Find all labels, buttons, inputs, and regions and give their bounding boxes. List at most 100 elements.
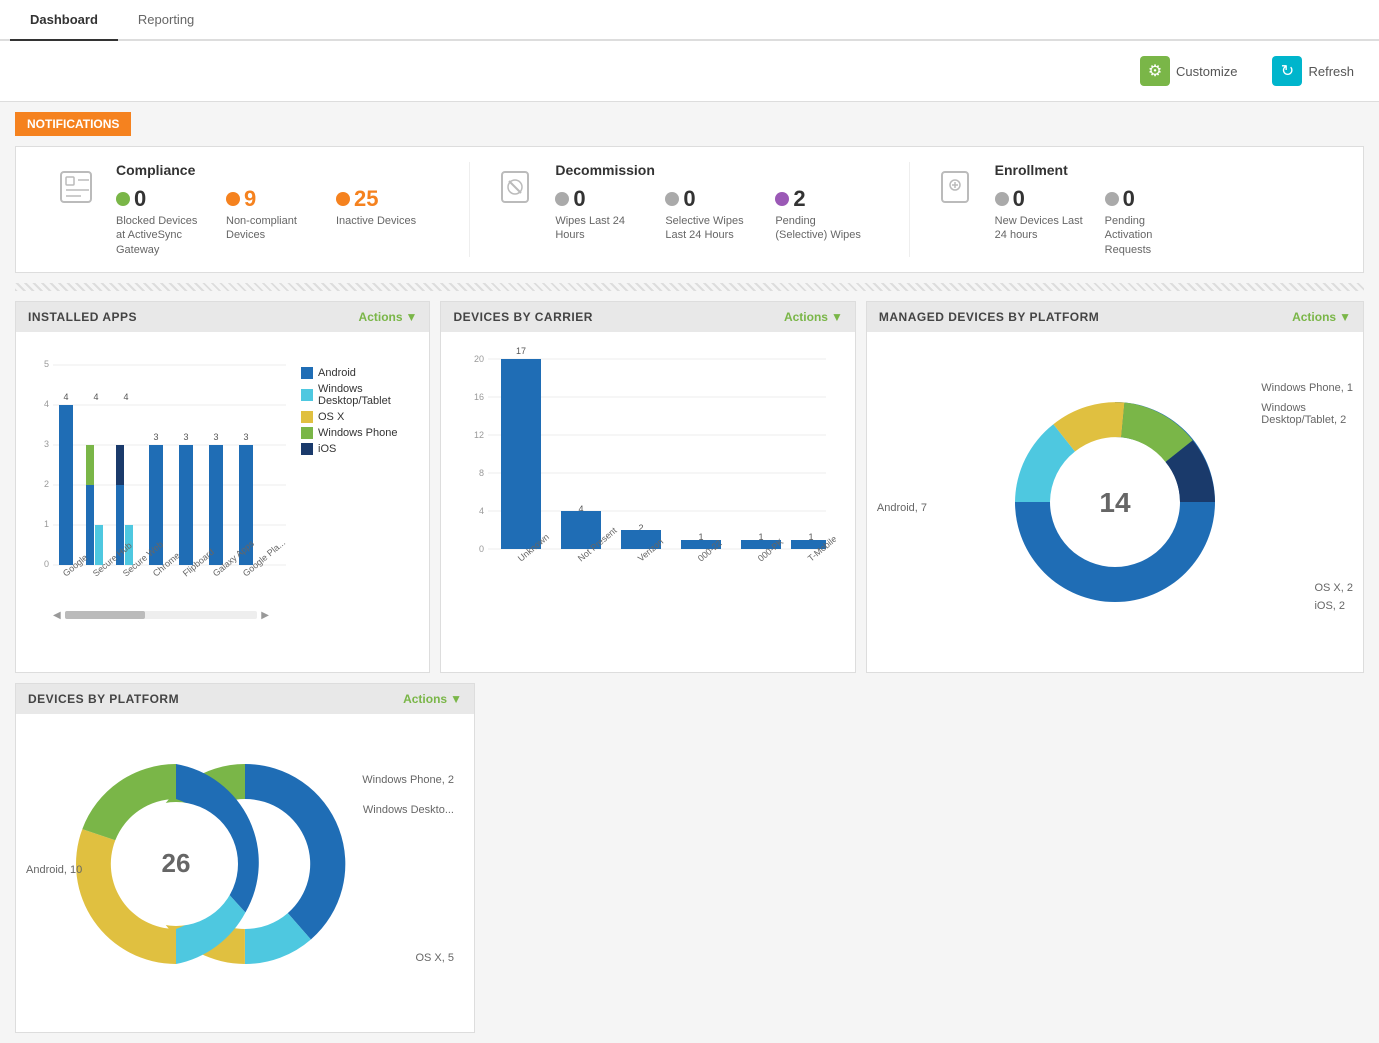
devices-by-platform-actions[interactable]: Actions ▼ xyxy=(403,692,462,706)
enrollment-title: Enrollment xyxy=(995,162,1195,178)
svg-text:1: 1 xyxy=(44,519,49,529)
platform-label-osx: OS X, 5 xyxy=(415,952,454,964)
decommission-label-0: Wipes Last 24 Hours xyxy=(555,214,645,243)
notifications-header: NOTIFICATIONS xyxy=(15,112,131,136)
compliance-icon xyxy=(51,162,101,212)
managed-legend: Windows Phone, 1 WindowsDesktop/Tablet, … xyxy=(1261,382,1353,434)
compliance-section: Compliance 0 Blocked Devices at ActiveSy… xyxy=(31,162,470,257)
legend-android-managed: Android, 7 xyxy=(877,502,927,514)
legend-ios-managed: iOS, 2 xyxy=(1314,600,1353,612)
platform-label-windesktop: Windows Deskto... xyxy=(363,804,454,816)
platform-label-winphone: Windows Phone, 2 xyxy=(362,774,454,786)
divider xyxy=(15,283,1364,291)
panels-row-top: INSTALLED APPS Actions ▼ 5 4 3 2 xyxy=(15,301,1364,673)
devices-by-carrier-panel: DEVICES BY CARRIER Actions ▼ 20 16 12 8 … xyxy=(440,301,855,673)
compliance-label-1: Non-compliant Devices xyxy=(226,214,316,243)
chevron-down-icon: ▼ xyxy=(406,310,418,324)
installed-apps-svg: 5 4 3 2 1 0 xyxy=(31,347,291,607)
scroll-bar[interactable]: ◀ ▶ xyxy=(31,610,291,621)
svg-text:5: 5 xyxy=(44,359,49,369)
devices-by-carrier-actions-label: Actions xyxy=(784,310,828,324)
chevron-down-icon-platform: ▼ xyxy=(450,692,462,706)
devices-by-platform-header: DEVICES BY PLATFORM Actions ▼ xyxy=(16,684,474,714)
svg-text:0: 0 xyxy=(479,544,484,554)
compliance-item-1[interactable]: 9 Non-compliant Devices xyxy=(226,186,316,257)
customize-icon: ⚙ xyxy=(1140,56,1170,86)
svg-text:0: 0 xyxy=(44,559,49,569)
devices-by-carrier-body: 20 16 12 8 4 0 17 xyxy=(441,332,854,645)
decommission-item-1[interactable]: 0 Selective Wipes Last 24 Hours xyxy=(665,186,755,243)
decommission-label-2: Pending (Selective) Wipes xyxy=(775,214,865,243)
devices-by-platform-panel: DEVICES BY PLATFORM Actions ▼ xyxy=(15,683,475,1033)
chevron-down-icon-managed: ▼ xyxy=(1339,310,1351,324)
tab-reporting[interactable]: Reporting xyxy=(118,0,214,41)
managed-devices-title: MANAGED DEVICES BY PLATFORM xyxy=(879,310,1099,324)
svg-text:4: 4 xyxy=(479,506,484,516)
managed-legend-left: Android, 7 xyxy=(877,502,927,514)
tab-dashboard[interactable]: Dashboard xyxy=(10,0,118,41)
legend-windows-desktop: WindowsDesktop/Tablet, 2 xyxy=(1261,402,1353,426)
legend-windows: Windows Desktop/Tablet xyxy=(301,383,414,407)
compliance-label-0: Blocked Devices at ActiveSync Gateway xyxy=(116,214,206,257)
svg-text:2: 2 xyxy=(44,479,49,489)
devices-by-platform-body: 26 26 xyxy=(16,714,474,1014)
svg-text:4: 4 xyxy=(123,392,128,402)
tabs-bar: Dashboard Reporting xyxy=(0,0,1379,41)
svg-text:16: 16 xyxy=(474,392,484,402)
customize-button[interactable]: ⚙ Customize xyxy=(1130,51,1247,91)
svg-text:3: 3 xyxy=(213,432,218,442)
svg-text:26: 26 xyxy=(162,848,191,878)
devices-by-carrier-title: DEVICES BY CARRIER xyxy=(453,310,592,324)
managed-devices-body: 14 Windows Phone, 1 WindowsDesktop/Table… xyxy=(867,332,1363,672)
enrollment-icon xyxy=(930,162,980,212)
decommission-title: Decommission xyxy=(555,162,865,178)
enrollment-item-1[interactable]: 0 Pending Activation Requests xyxy=(1105,186,1195,257)
devices-by-platform-title: DEVICES BY PLATFORM xyxy=(28,692,179,706)
managed-devices-actions[interactable]: Actions ▼ xyxy=(1292,310,1351,324)
enrollment-content: Enrollment 0 New Devices Last 24 hours 0… xyxy=(995,162,1195,257)
decommission-item-2[interactable]: 2 Pending (Selective) Wipes xyxy=(775,186,865,243)
decommission-item-0[interactable]: 0 Wipes Last 24 Hours xyxy=(555,186,645,243)
refresh-label: Refresh xyxy=(1308,64,1354,79)
managed-donut-svg: 14 xyxy=(945,362,1285,642)
decommission-section: Decommission 0 Wipes Last 24 Hours 0 Sel… xyxy=(470,162,909,257)
svg-text:14: 14 xyxy=(1099,487,1131,518)
devices-by-carrier-actions[interactable]: Actions ▼ xyxy=(784,310,843,324)
svg-text:3: 3 xyxy=(183,432,188,442)
refresh-icon: ↻ xyxy=(1272,56,1302,86)
svg-text:4: 4 xyxy=(63,392,68,402)
decommission-label-1: Selective Wipes Last 24 Hours xyxy=(665,214,755,243)
devices-by-carrier-header: DEVICES BY CARRIER Actions ▼ xyxy=(441,302,854,332)
installed-apps-panel: INSTALLED APPS Actions ▼ 5 4 3 2 xyxy=(15,301,430,673)
compliance-item-0[interactable]: 0 Blocked Devices at ActiveSync Gateway xyxy=(116,186,206,257)
managed-devices-header: MANAGED DEVICES BY PLATFORM Actions ▼ xyxy=(867,302,1363,332)
legend-ios: iOS xyxy=(301,443,414,455)
top-bar: ⚙ Customize ↻ Refresh xyxy=(0,41,1379,102)
svg-text:17: 17 xyxy=(516,347,526,356)
carrier-chart-svg: 20 16 12 8 4 0 17 xyxy=(456,347,836,627)
legend-windows-phone: Windows Phone, 1 xyxy=(1261,382,1353,394)
svg-text:20: 20 xyxy=(474,354,484,364)
main-content: NOTIFICATIONS Compliance 0 Blocked Devic xyxy=(0,102,1379,1043)
customize-label: Customize xyxy=(1176,64,1237,79)
decommission-content: Decommission 0 Wipes Last 24 Hours 0 Sel… xyxy=(555,162,865,243)
legend-osx-managed: OS X, 2 xyxy=(1314,582,1353,594)
svg-text:3: 3 xyxy=(243,432,248,442)
installed-apps-actions[interactable]: Actions ▼ xyxy=(359,310,418,324)
bar-chart-area: 5 4 3 2 1 0 xyxy=(31,347,291,621)
compliance-label-2: Inactive Devices xyxy=(336,214,416,228)
chevron-down-icon-carrier: ▼ xyxy=(831,310,843,324)
decommission-icon xyxy=(490,162,540,212)
refresh-button[interactable]: ↻ Refresh xyxy=(1262,51,1364,91)
compliance-title: Compliance xyxy=(116,162,416,178)
devices-by-platform-actions-label: Actions xyxy=(403,692,447,706)
svg-text:12: 12 xyxy=(474,430,484,440)
installed-apps-title: INSTALLED APPS xyxy=(28,310,137,324)
compliance-item-2[interactable]: 25 Inactive Devices xyxy=(336,186,416,257)
panels-row-bottom: DEVICES BY PLATFORM Actions ▼ xyxy=(15,683,1364,1033)
enrollment-item-0[interactable]: 0 New Devices Last 24 hours xyxy=(995,186,1085,257)
legend-winphone: Windows Phone xyxy=(301,427,414,439)
managed-devices-actions-label: Actions xyxy=(1292,310,1336,324)
managed-legend-bottom-right: OS X, 2 iOS, 2 xyxy=(1314,582,1353,612)
installed-apps-header: INSTALLED APPS Actions ▼ xyxy=(16,302,429,332)
